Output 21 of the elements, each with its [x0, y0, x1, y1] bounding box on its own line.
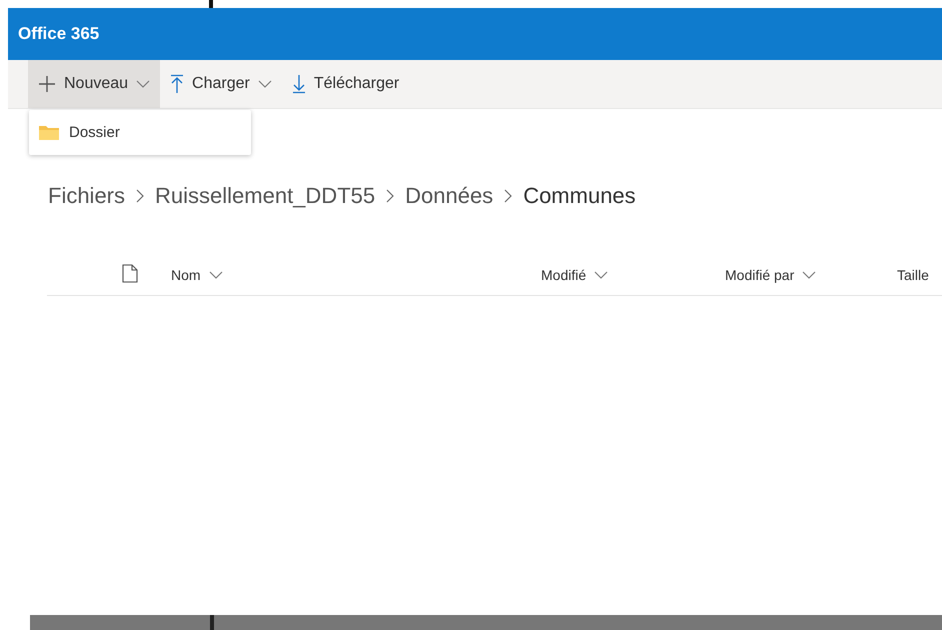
breadcrumb-item[interactable]: Données [405, 183, 494, 209]
upload-icon [170, 74, 184, 94]
chevron-right-icon [504, 189, 512, 203]
breadcrumb-item[interactable]: Fichiers [48, 183, 126, 209]
column-header[interactable]: Nom [171, 267, 223, 283]
download-icon [292, 74, 306, 94]
chevron-right-icon [386, 189, 394, 203]
chevron-right-icon [136, 189, 144, 203]
download-button[interactable]: Télécharger [282, 60, 410, 108]
column-header[interactable]: Modifié par [725, 267, 816, 283]
upload-button[interactable]: Charger [160, 60, 282, 108]
column-header[interactable]: Modifié [541, 267, 608, 283]
file-icon [122, 264, 138, 283]
folder-icon [39, 125, 59, 140]
breadcrumb-item[interactable]: Communes [523, 183, 636, 209]
column-header[interactable]: Taille [897, 267, 929, 283]
plus-icon [38, 75, 56, 93]
breadcrumb-item[interactable]: Ruissellement_DDT55 [155, 183, 376, 209]
menu-item[interactable]: Dossier [29, 110, 251, 155]
new-button[interactable]: Nouveau [28, 60, 160, 108]
app-title: Office 365 [18, 24, 100, 44]
